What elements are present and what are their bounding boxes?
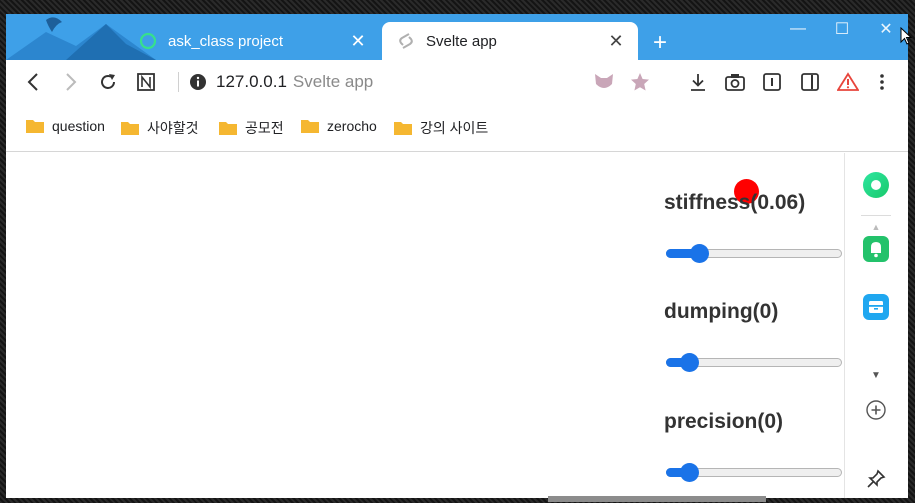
folder-icon (394, 122, 412, 135)
plus-icon (866, 400, 886, 420)
add-button[interactable] (862, 396, 890, 424)
folder-icon (26, 120, 44, 133)
folder-icon (301, 120, 319, 133)
reader-icon (763, 73, 781, 91)
tab-strip: ask_class project ✕ Svelte app ✕ + — ☐ ✕ (6, 14, 908, 60)
notion-icon (137, 73, 155, 91)
folder-icon (219, 122, 237, 135)
stiffness-label: stiffness(0.06) (664, 191, 806, 214)
browser-window: ask_class project ✕ Svelte app ✕ + — ☐ ✕ (6, 14, 908, 498)
bell-icon (863, 236, 889, 262)
close-tab-icon[interactable]: ✕ (348, 31, 368, 51)
address-bar[interactable]: 127.0.0.1 Svelte app (216, 72, 373, 92)
toolbar: 127.0.0.1 Svelte app (6, 60, 908, 104)
back-arrow-icon (27, 73, 38, 91)
toolbar-divider (178, 72, 179, 92)
stiffness-slider[interactable] (666, 243, 842, 263)
side-panel-button[interactable] (796, 68, 824, 96)
forward-arrow-icon (66, 73, 77, 91)
kebab-menu-icon (880, 74, 884, 90)
archive-button[interactable] (862, 293, 890, 321)
slider-thumb[interactable] (680, 463, 699, 482)
reload-button[interactable] (94, 68, 122, 96)
bookmark-folder[interactable]: question (26, 118, 105, 134)
tab-title: ask_class project (168, 32, 284, 50)
warning-button[interactable] (834, 68, 862, 96)
mouse-cursor-icon (900, 27, 912, 45)
reload-icon (101, 74, 115, 89)
reader-button[interactable] (758, 68, 786, 96)
scroll-up-icon[interactable]: ▲ (862, 222, 890, 232)
url-host: 127.0.0.1 (216, 72, 287, 91)
extension-button[interactable] (590, 68, 618, 96)
bookmarks-bar: question 사야할것 공모전 zerocho 강의 사이트 (6, 104, 908, 152)
download-button[interactable] (684, 68, 712, 96)
folder-icon (121, 122, 139, 135)
warning-icon (837, 72, 859, 91)
bookmark-folder[interactable]: zerocho (301, 118, 377, 134)
camera-icon (725, 74, 745, 91)
bookmark-folder[interactable]: 공모전 (219, 118, 284, 138)
slider-thumb[interactable] (690, 244, 709, 263)
bookmark-star-button[interactable] (626, 68, 654, 96)
green-circle-icon (863, 172, 889, 198)
notion-extension-button[interactable] (132, 68, 160, 96)
page-content: stiffness(0.06) dumping(0) precision(0) (6, 153, 844, 498)
bookmark-label: 사야할것 (147, 120, 199, 136)
new-tab-button[interactable]: + (646, 30, 674, 58)
ring-icon (138, 31, 158, 51)
download-icon (691, 74, 705, 91)
dumping-slider[interactable] (666, 352, 842, 372)
info-icon (190, 74, 206, 90)
url-page-title: Svelte app (292, 72, 374, 91)
precision-label: precision(0) (664, 410, 784, 433)
bookmark-folder[interactable]: 강의 사이트 (394, 118, 488, 138)
notification-button[interactable] (862, 235, 890, 263)
minimize-button[interactable]: — (776, 14, 820, 44)
forward-button[interactable] (56, 68, 84, 96)
menu-button[interactable] (868, 68, 896, 96)
pin-icon (867, 469, 886, 488)
close-tab-icon[interactable]: ✕ (606, 31, 626, 51)
side-panel: ▲ ▼ (844, 153, 908, 498)
pin-button[interactable] (862, 465, 890, 493)
screenshot-button[interactable] (721, 68, 749, 96)
bookmark-label: 강의 사이트 (420, 120, 489, 136)
maximize-button[interactable]: ☐ (820, 14, 864, 44)
bookmark-label: zerocho (327, 118, 377, 134)
bookmark-folder[interactable]: 사야할것 (121, 118, 199, 138)
side-panel-icon (801, 73, 819, 91)
slider-thumb[interactable] (680, 353, 699, 372)
bookmark-label: 공모전 (245, 120, 284, 136)
bookmark-label: question (52, 118, 105, 134)
tab-svelte-app[interactable]: Svelte app ✕ (382, 22, 638, 60)
star-icon (631, 73, 649, 91)
tab-ask-class-project[interactable]: ask_class project ✕ (124, 22, 380, 60)
mask-extension-icon (595, 74, 613, 88)
taskbar-hint (548, 496, 766, 502)
back-button[interactable] (20, 68, 48, 96)
site-info-button[interactable] (184, 68, 212, 96)
green-circle-button[interactable] (862, 171, 890, 199)
archive-icon (863, 294, 889, 320)
dumping-label: dumping(0) (664, 300, 779, 323)
side-panel-divider (861, 215, 891, 216)
chevron-down-icon[interactable]: ▼ (862, 361, 890, 389)
precision-slider[interactable] (666, 462, 842, 482)
svelte-icon (396, 31, 416, 51)
tab-title: Svelte app (426, 32, 497, 50)
